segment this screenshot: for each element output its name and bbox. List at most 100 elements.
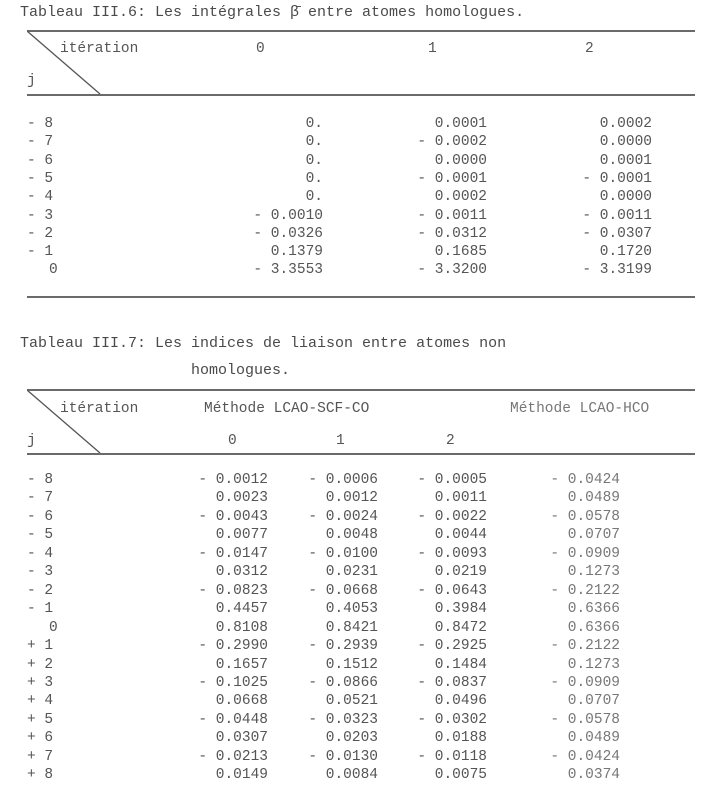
table2-cell-hco: - 0.0424 xyxy=(550,748,620,765)
table1-cell: 0.0002 xyxy=(434,189,487,206)
table1-cell: - 0.0001 xyxy=(417,170,487,187)
table2-cell-scf: 0.0307 xyxy=(215,730,268,747)
table2-cell-scf: - 0.0302 xyxy=(417,711,487,728)
table2-corner-j: j xyxy=(27,433,36,449)
table2-row-j-label: + 8 xyxy=(27,767,54,784)
table2-cell-scf: - 0.0837 xyxy=(417,674,487,691)
table1-cell: 0.0002 xyxy=(599,116,652,132)
table2-cell-scf: - 0.0448 xyxy=(198,711,268,728)
table1-cell: - 0.0011 xyxy=(582,207,652,224)
table2-cell-scf: 0.0231 xyxy=(325,564,378,581)
table2-cell-scf: - 0.0006 xyxy=(308,472,378,488)
table1-col-header-1: 1 xyxy=(428,41,437,57)
table2-cell-scf: - 0.2925 xyxy=(417,638,487,655)
table2-row-j-label: - 2 xyxy=(27,582,54,599)
table2-row-j-label: + 3 xyxy=(27,674,54,691)
table1-cell: 0.0001 xyxy=(599,152,652,169)
table2-row-j-label: + 2 xyxy=(27,656,54,673)
table1-row-j-label: - 3 xyxy=(27,207,54,224)
table2-row-j-label: + 6 xyxy=(27,730,54,747)
table1-cell: 0.0000 xyxy=(599,134,652,151)
table2-cell-scf: - 0.0100 xyxy=(308,545,378,562)
table2-cell-scf: - 0.0012 xyxy=(198,472,268,488)
table1-bottom-rule xyxy=(27,296,695,298)
table2-cell-hco: 0.6366 xyxy=(567,619,620,636)
table2-cell-hco: 0.1273 xyxy=(567,564,620,581)
table2-cell-scf: 0.0312 xyxy=(215,564,268,581)
table2-col-header-1: 1 xyxy=(336,433,345,449)
table1-row-j-label: - 7 xyxy=(27,134,54,151)
table1-cell: 0.1720 xyxy=(599,244,652,261)
table2-cell-hco: 0.0707 xyxy=(567,527,620,544)
table1-cell: - 0.0307 xyxy=(582,225,652,242)
table2-cell-scf: 0.0084 xyxy=(325,767,378,784)
table2-caption-line2: homologues. xyxy=(191,362,291,379)
table2-cell-hco: - 0.0578 xyxy=(550,508,620,525)
table2-cell-scf: - 0.0024 xyxy=(308,508,378,525)
table2-corner-iteration: itération xyxy=(60,401,139,417)
table2-cell-scf: 0.0075 xyxy=(434,767,487,784)
table2-cell-scf: 0.0048 xyxy=(325,527,378,544)
table1-cell: - 0.0326 xyxy=(253,225,323,242)
table2-cell-hco: - 0.2122 xyxy=(550,582,620,599)
table2-row-j-label: - 8 xyxy=(27,472,54,488)
table2-cell-scf: - 0.2990 xyxy=(198,638,268,655)
table2-cell-hco: - 0.0909 xyxy=(550,674,620,691)
table2-row-j-label: + 1 xyxy=(27,638,54,655)
table1-row-j-label: 0 xyxy=(49,262,58,279)
table2-row-j-label: + 5 xyxy=(27,711,54,728)
table2-cell-scf: - 0.0213 xyxy=(198,748,268,765)
table1-cell: - 3.3200 xyxy=(417,262,487,279)
table2-group-hco-header: Méthode LCAO-HCO xyxy=(510,401,650,417)
table1-row-j-label: - 1 xyxy=(27,244,54,261)
table2-cell-scf: - 0.1025 xyxy=(198,674,268,691)
table2-cell-scf: - 0.0323 xyxy=(308,711,378,728)
table2-cell-scf: 0.0012 xyxy=(325,490,378,507)
table1-cell: - 0.0001 xyxy=(582,170,652,187)
table1-row-j-label: - 2 xyxy=(27,225,54,242)
table2-cell-scf: - 0.0130 xyxy=(308,748,378,765)
table2-cell-scf: 0.0077 xyxy=(215,527,268,544)
table2-cell-hco: - 0.0909 xyxy=(550,545,620,562)
table1-cell: 0. xyxy=(305,170,323,187)
table2-cell-scf: - 0.0005 xyxy=(417,472,487,488)
table1-cell: - 0.0011 xyxy=(417,207,487,224)
table2-cell-scf: - 0.0668 xyxy=(308,582,378,599)
table2-cell-scf: 0.4457 xyxy=(215,601,268,618)
table2-row-j-label: - 7 xyxy=(27,490,54,507)
table2-cell-scf: 0.3984 xyxy=(434,601,487,618)
table1-cell: - 3.3553 xyxy=(253,262,323,279)
table2-cell-scf: 0.0011 xyxy=(434,490,487,507)
table1-cell: 0.1379 xyxy=(270,244,323,261)
table2-cell-scf: 0.0496 xyxy=(434,693,487,710)
table2-cell-scf: - 0.2939 xyxy=(308,638,378,655)
table2-cell-scf: 0.8108 xyxy=(215,619,268,636)
table1-cell: 0. xyxy=(305,116,323,132)
table1-cell: 0. xyxy=(305,189,323,206)
table2-cell-scf: 0.0219 xyxy=(434,564,487,581)
table2-cell-scf: - 0.0022 xyxy=(417,508,487,525)
table2-cell-scf: 0.1512 xyxy=(325,656,378,673)
table2-row-j-label: + 4 xyxy=(27,693,54,710)
table2-cell-hco: 0.0374 xyxy=(567,767,620,784)
table1-cell: 0.0001 xyxy=(434,116,487,132)
table2-cell-scf: 0.1657 xyxy=(215,656,268,673)
table2-cell-scf: 0.0521 xyxy=(325,693,378,710)
table2-cell-scf: - 0.0043 xyxy=(198,508,268,525)
table2-col-header-2: 2 xyxy=(446,433,455,449)
table2-cell-hco: - 0.2122 xyxy=(550,638,620,655)
table2-row-j-label: - 4 xyxy=(27,545,54,562)
table1-caption: Tableau III.6: Les intégrales β̄ entre a… xyxy=(20,4,525,21)
table1-cell: - 0.0312 xyxy=(417,225,487,242)
table1-cell: 0.0000 xyxy=(434,152,487,169)
table1-cell: - 0.0002 xyxy=(417,134,487,151)
table2-top-rule xyxy=(27,389,695,391)
table1-corner-iteration: itération xyxy=(60,41,139,57)
table2-cell-scf: 0.8421 xyxy=(325,619,378,636)
table2-cell-hco: - 0.0578 xyxy=(550,711,620,728)
table2-cell-scf: 0.0023 xyxy=(215,490,268,507)
table2-header-rule xyxy=(27,453,695,455)
table2-row-j-label: - 1 xyxy=(27,601,54,618)
table2-cell-scf: - 0.0866 xyxy=(308,674,378,691)
table2-cell-scf: 0.8472 xyxy=(434,619,487,636)
